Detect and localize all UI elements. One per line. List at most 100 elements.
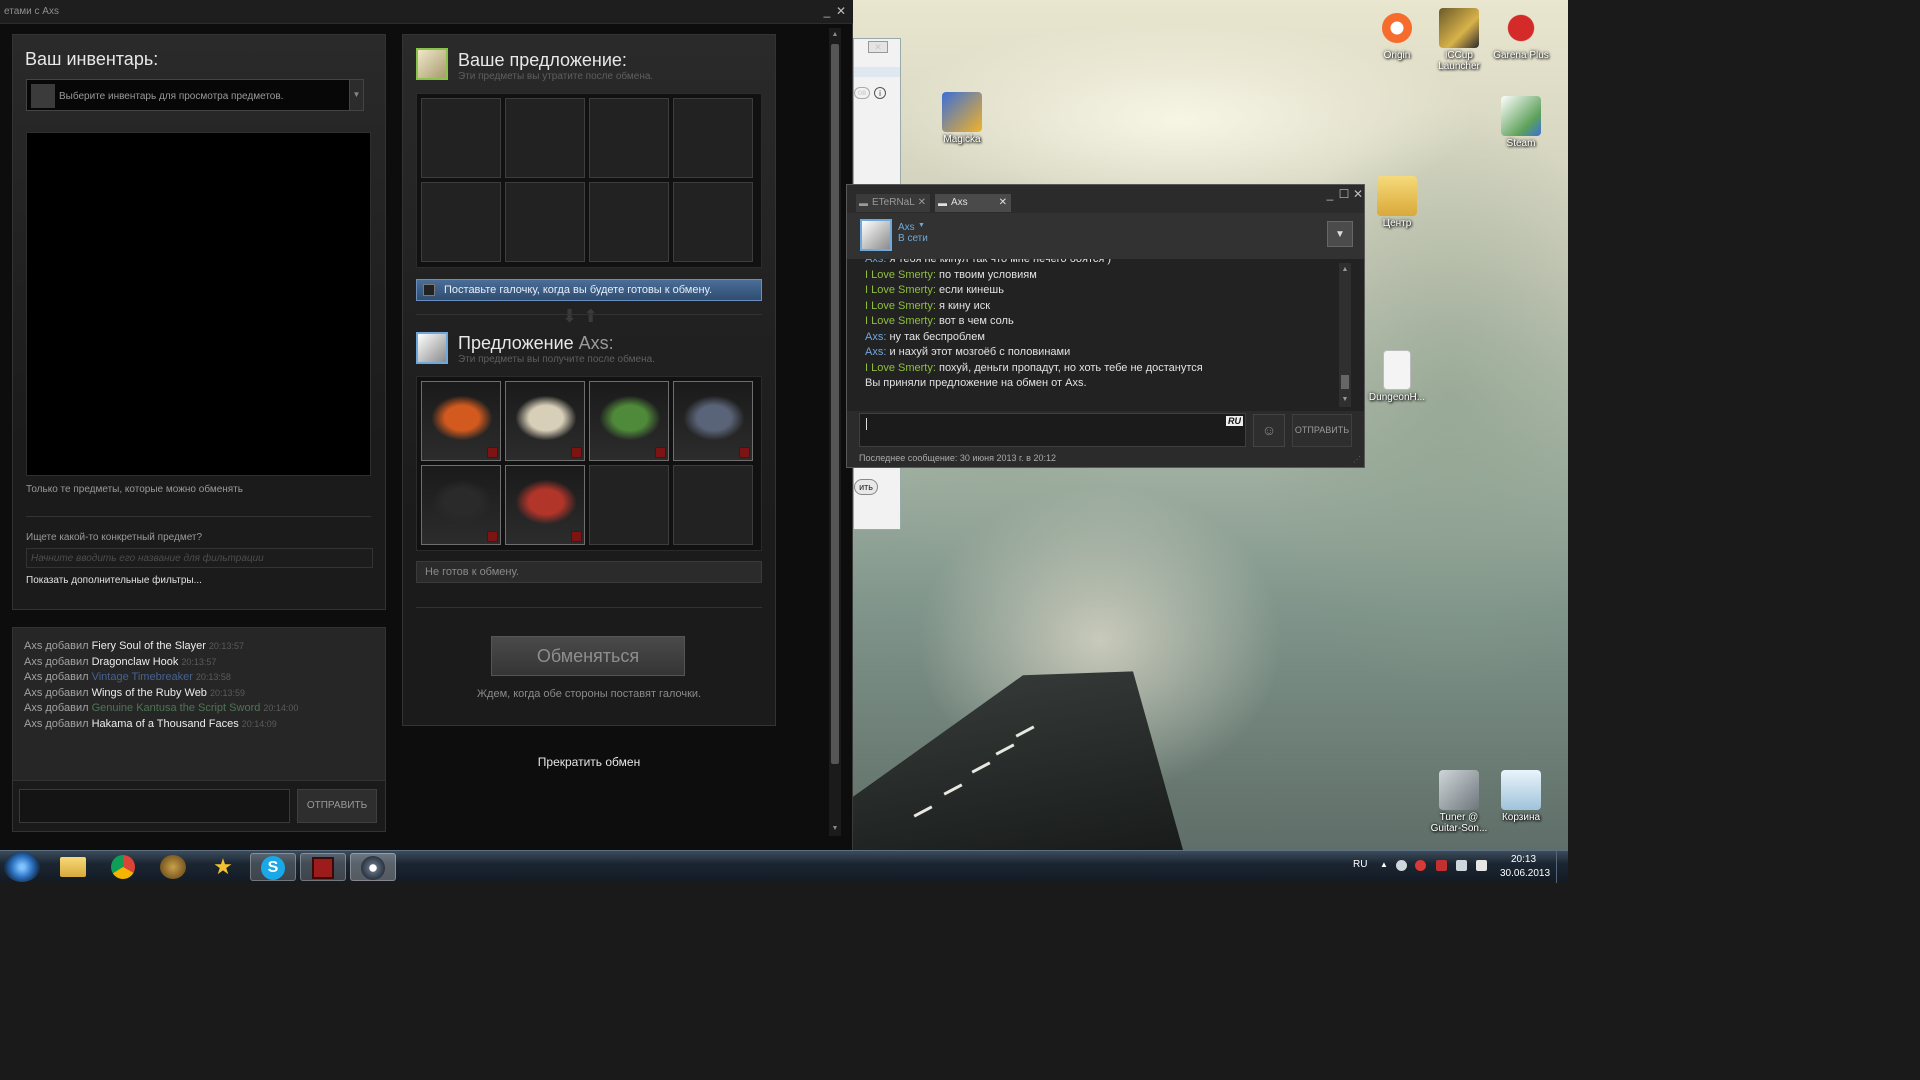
your-offer-slot[interactable] <box>589 182 669 262</box>
chat-message: I Love Smerty: по твоим условиям <box>865 268 1037 281</box>
dota2-badge-icon <box>571 447 582 458</box>
axs-avatar[interactable] <box>416 332 448 364</box>
ready-checkbox[interactable] <box>423 284 435 296</box>
chat-scrollbar[interactable]: ▲ ▼ <box>1339 263 1351 407</box>
their-offer-item[interactable] <box>421 381 501 461</box>
log-entry: Axs добавил Genuine Kantusa the Script S… <box>24 702 299 714</box>
minimize-icon[interactable]: _ <box>1323 187 1337 201</box>
their-offer-item[interactable] <box>505 381 585 461</box>
taskbar-skype[interactable]: S <box>250 853 296 881</box>
scroll-up-icon[interactable]: ▲ <box>1339 263 1351 277</box>
close-icon[interactable]: ✕ <box>999 194 1007 212</box>
item-image <box>432 480 492 524</box>
skype-tray-icon[interactable] <box>1415 860 1426 871</box>
taskbar-dota2[interactable] <box>300 853 346 881</box>
close-icon[interactable]: ✕ <box>918 194 926 212</box>
chevron-down-icon[interactable]: ▼ <box>349 80 363 110</box>
your-avatar[interactable] <box>416 48 448 80</box>
resize-grip-icon[interactable]: ⋰ <box>1353 455 1363 465</box>
start-button[interactable] <box>4 852 40 882</box>
close-icon[interactable]: ✕ <box>1351 187 1365 201</box>
volume-icon[interactable] <box>1476 860 1487 871</box>
info-icon[interactable]: i <box>874 87 886 99</box>
scroll-down-icon[interactable]: ▼ <box>829 822 841 836</box>
desktop-icon-garena[interactable]: Garena Plus <box>1486 8 1556 61</box>
your-offer-slot[interactable] <box>505 98 585 178</box>
maximize-icon[interactable]: ☐ <box>1337 187 1351 201</box>
chat-send-button[interactable]: ОТПРАВИТЬ <box>1292 414 1352 447</box>
taskbar-favorites[interactable]: ★ <box>200 853 246 881</box>
your-offer-slot[interactable] <box>505 182 585 262</box>
desktop-icon-iccup[interactable]: iCCup Launcher <box>1424 8 1494 72</box>
action-center-icon[interactable] <box>1436 860 1447 871</box>
desktop-icon-dungeon[interactable]: DungeonH... <box>1362 350 1432 403</box>
chat-avatar[interactable] <box>860 219 892 251</box>
their-offer-item[interactable] <box>505 465 585 545</box>
their-offer-heading: Предложение Axs: <box>458 333 614 353</box>
ready-checkbox-bar[interactable]: Поставьте галочку, когда вы будете готов… <box>416 279 762 301</box>
log-entry: Axs добавил Wings of the Ruby Web 20:13:5… <box>24 686 245 699</box>
desktop-icon-folder[interactable]: Центр <box>1362 176 1432 229</box>
inventory-area[interactable] <box>26 132 371 476</box>
item-image <box>684 396 744 440</box>
chat-message: Axs: я тебя не кинул так что мне нечего … <box>865 259 1112 265</box>
desktop-icon-recycle[interactable]: Корзина <box>1486 770 1556 823</box>
show-desktop-button[interactable] <box>1556 851 1568 883</box>
garena-icon <box>1501 8 1541 48</box>
chat-user-name[interactable]: Axs <box>898 222 915 233</box>
trade-scrollbar[interactable]: ▲ ▼ <box>829 28 841 836</box>
desktop-icon-steam[interactable]: Steam <box>1486 96 1556 149</box>
more-filters-link[interactable]: Показать дополнительные фильтры... <box>26 575 202 586</box>
chat-message: I Love Smerty: если кинешь <box>865 284 1004 296</box>
chat-message-input[interactable]: RU <box>859 413 1246 447</box>
your-offer-slot[interactable] <box>421 182 501 262</box>
their-offer-item[interactable] <box>589 381 669 461</box>
emoticon-button[interactable]: ☺ <box>1253 414 1285 447</box>
your-offer-slot[interactable] <box>589 98 669 178</box>
log-message-input[interactable] <box>19 789 290 823</box>
desktop-icon-magicka[interactable]: Magicka <box>927 92 997 145</box>
network-icon[interactable] <box>1456 860 1467 871</box>
log-send-button[interactable]: ОТПРАВИТЬ <box>297 789 377 823</box>
close-icon[interactable]: ✕ <box>868 41 888 53</box>
taskbar-hon[interactable] <box>150 853 196 881</box>
scroll-down-icon[interactable]: ▼ <box>1339 393 1351 407</box>
your-offer-slot[interactable] <box>421 98 501 178</box>
search-input[interactable]: Начните вводить его название для фильтра… <box>26 548 373 568</box>
chat-menu-button[interactable]: ▼ <box>1327 221 1353 247</box>
desktop-icon-origin[interactable]: Origin <box>1362 8 1432 61</box>
item-image <box>432 396 492 440</box>
clock-date[interactable]: 30.06.2013 <box>1500 868 1550 879</box>
trade-button[interactable]: Обменяться <box>491 636 685 676</box>
scroll-up-icon[interactable]: ▲ <box>829 28 841 42</box>
minimize-icon[interactable]: _ <box>820 4 834 18</box>
chat-message: I Love Smerty: вот в чем соль <box>865 315 1014 327</box>
your-offer-slot[interactable] <box>673 98 753 178</box>
steam-tray-icon[interactable] <box>1396 860 1407 871</box>
chrome-icon <box>111 855 135 879</box>
tab-axs[interactable]: ▬ Axs ✕ <box>935 194 1011 212</box>
search-label: Ищете какой-то конкретный предмет? <box>26 532 203 543</box>
chevron-down-icon[interactable]: ▼ <box>918 222 925 229</box>
taskbar-explorer[interactable] <box>50 853 96 881</box>
tab-eternal[interactable]: ▬ ETeRNaL ✕ <box>856 194 930 212</box>
taskbar-steam[interactable] <box>350 853 396 881</box>
cancel-trade-link[interactable]: Прекратить обмен <box>402 755 776 769</box>
clock-time[interactable]: 20:13 <box>1511 854 1536 865</box>
dota2-badge-icon <box>487 447 498 458</box>
taskbar-chrome[interactable] <box>100 853 146 881</box>
their-offer-item[interactable] <box>421 465 501 545</box>
behind-button[interactable]: ить <box>854 479 878 495</box>
trade-window-titlebar[interactable]: етами с Axs _ ✕ <box>0 0 853 24</box>
log-entry: Axs добавил Dragonclaw Hook 20:13:57 <box>24 655 217 668</box>
inventory-select[interactable]: Выберите инвентарь для просмотра предмет… <box>26 79 364 111</box>
language-indicator[interactable]: RU <box>1353 859 1367 870</box>
chat-user-status: В сети <box>898 233 928 244</box>
scroll-thumb[interactable] <box>1341 375 1349 389</box>
scroll-thumb[interactable] <box>831 44 839 764</box>
their-offer-item[interactable] <box>673 381 753 461</box>
desktop-icon-tuner[interactable]: Tuner @ Guitar-Son... <box>1424 770 1494 834</box>
your-offer-slot[interactable] <box>673 182 753 262</box>
close-icon[interactable]: ✕ <box>834 4 848 18</box>
tray-expand-icon[interactable]: ▲ <box>1380 860 1388 869</box>
